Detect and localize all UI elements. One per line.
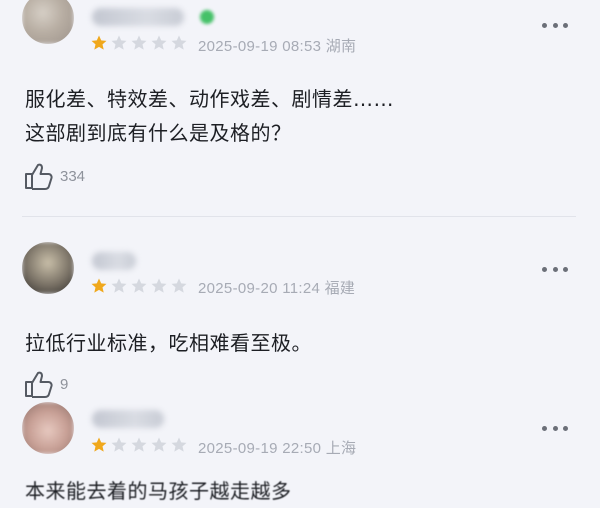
more-dots-icon[interactable] (542, 264, 568, 274)
star-empty-icon (151, 35, 167, 50)
star-empty-icon (131, 35, 147, 50)
more-dots-icon[interactable] (542, 20, 568, 30)
comment-meta: 2025-09-19 08:53 湖南 (198, 35, 356, 56)
star-filled-icon (91, 278, 107, 293)
comment-text: 本来能去着的马孩子越走越多 (25, 474, 292, 508)
comment-text: 服化差、特效差、动作戏差、剧情差…… 这部剧到底有什么是及格的？ (25, 82, 394, 150)
star-empty-icon (151, 278, 167, 293)
comment-meta: 2025-09-19 22:50 上海 (198, 437, 356, 458)
avatar[interactable] (22, 242, 74, 294)
star-filled-icon (91, 35, 107, 50)
username-blurred[interactable] (92, 8, 184, 26)
like-button[interactable]: 9 (24, 370, 68, 398)
star-filled-icon (91, 437, 107, 452)
thumbs-up-icon (25, 371, 53, 398)
comment-text-line: 服化差、特效差、动作戏差、剧情差…… (25, 87, 394, 111)
comment-text-line: 本来能去着的马孩子越走越多 (25, 479, 292, 503)
avatar[interactable] (22, 0, 74, 44)
username-blurred[interactable] (92, 410, 164, 428)
comment-text-line: 拉低行业标准，吃相难看至极。 (25, 331, 312, 355)
comment-date: 2025-09-19 22:50 (198, 440, 322, 457)
like-button[interactable]: 334 (24, 162, 85, 190)
thumbs-up-icon (25, 163, 53, 190)
comment-region: 福建 (324, 280, 356, 297)
star-empty-icon (111, 278, 127, 293)
comment-text-line: 这部剧到底有什么是及格的？ (25, 121, 292, 145)
avatar[interactable] (22, 402, 74, 454)
comment-date: 2025-09-19 08:53 (198, 38, 322, 55)
star-empty-icon (131, 278, 147, 293)
like-count: 334 (60, 167, 86, 185)
comment-date: 2025-09-20 11:24 (198, 280, 321, 297)
rating-stars (90, 436, 188, 454)
comment-text: 拉低行业标准，吃相难看至极。 (25, 326, 312, 360)
star-empty-icon (151, 437, 167, 452)
badge-icon (200, 10, 214, 24)
star-empty-icon (111, 35, 127, 50)
star-empty-icon (171, 35, 187, 50)
star-empty-icon (171, 437, 187, 452)
rating-stars (90, 34, 188, 52)
rating-stars (90, 277, 188, 295)
star-empty-icon (131, 437, 147, 452)
username-blurred[interactable] (92, 252, 136, 270)
comment-region: 上海 (325, 440, 357, 457)
like-count: 9 (60, 375, 69, 393)
more-dots-icon[interactable] (542, 423, 568, 433)
star-empty-icon (111, 437, 127, 452)
star-empty-icon (171, 278, 187, 293)
comment-region: 湖南 (325, 38, 357, 55)
comment-meta: 2025-09-20 11:24 福建 (198, 277, 355, 298)
divider (22, 216, 576, 217)
